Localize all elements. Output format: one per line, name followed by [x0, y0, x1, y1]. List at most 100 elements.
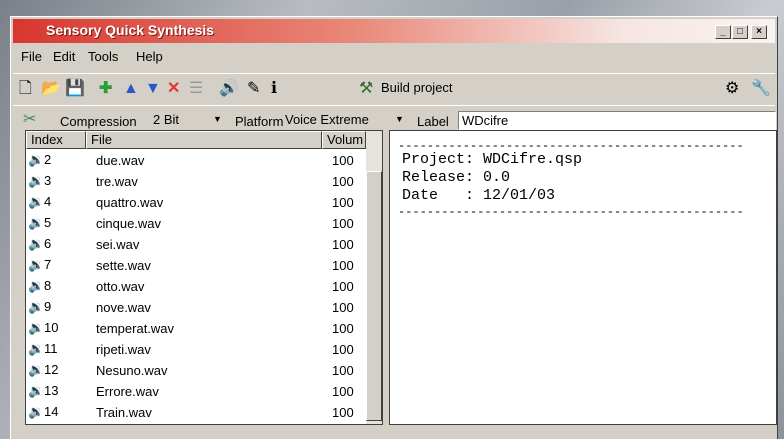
- tools-icon[interactable]: 🔧: [751, 80, 771, 98]
- app-window: Sensory Quick Synthesis _ □ × File Edit …: [10, 16, 778, 439]
- compression-icon: ✂: [23, 111, 37, 128]
- row-index: 10: [44, 320, 59, 335]
- release-line: Release: 0.0: [402, 169, 511, 186]
- column-header-volume-label: Volum: [327, 132, 364, 147]
- settings-icon[interactable]: ⚙: [725, 80, 739, 98]
- platform-dropdown-icon[interactable]: ▼: [395, 114, 404, 124]
- sound-file-icon: 🔉: [28, 341, 45, 356]
- row-index: 8: [44, 278, 52, 293]
- table-row[interactable]: 🔉 6 sei.wav 100: [26, 233, 366, 254]
- row-file: otto.wav: [96, 279, 145, 294]
- sound-file-icon: 🔉: [28, 152, 45, 167]
- info-icon[interactable]: ℹ: [271, 80, 277, 98]
- sound-file-icon: 🔉: [28, 173, 45, 188]
- scrollbar-thumb[interactable]: [366, 171, 382, 421]
- list-scrollbar[interactable]: [366, 131, 382, 424]
- row-file: nove.wav: [96, 300, 151, 315]
- sound-file-icon: 🔉: [28, 383, 45, 398]
- row-index: 2: [44, 152, 52, 167]
- menu-file[interactable]: File: [21, 49, 42, 64]
- open-folder-icon[interactable]: 📂: [41, 80, 61, 98]
- table-row[interactable]: 🔉 2 due.wav 100: [26, 149, 366, 170]
- maximize-button[interactable]: □: [732, 25, 748, 39]
- row-volume: 100: [332, 258, 354, 273]
- row-file: temperat.wav: [96, 321, 175, 336]
- row-index: 3: [44, 173, 52, 188]
- menu-bar: File Edit Tools Help: [13, 45, 775, 69]
- row-file: ripeti.wav: [96, 342, 151, 357]
- row-index: 6: [44, 236, 52, 251]
- table-row[interactable]: 🔉 14 Train.wav 100: [26, 401, 366, 422]
- column-header-volume[interactable]: Volum: [322, 131, 366, 149]
- row-index: 4: [44, 194, 52, 209]
- pencil-icon[interactable]: ✎: [247, 80, 260, 98]
- add-icon[interactable]: ✚: [99, 80, 112, 98]
- file-list: Index File Volum 🔉 2 due.wav 100 🔉 3 tre.wav 10…: [25, 130, 383, 425]
- row-file: cinque.wav: [96, 216, 162, 231]
- new-file-icon[interactable]: 🗋: [19, 80, 32, 98]
- column-header-file[interactable]: File: [86, 131, 322, 149]
- sound-file-icon: 🔉: [28, 194, 45, 209]
- row-file: Errore.wav: [96, 384, 159, 399]
- row-index: 13: [44, 383, 59, 398]
- build-icon[interactable]: ⚒: [359, 80, 373, 98]
- table-row[interactable]: 🔉 11 ripeti.wav 100: [26, 338, 366, 359]
- row-volume: 100: [332, 321, 354, 336]
- close-button[interactable]: ×: [751, 25, 767, 39]
- toolbar: 🗋 📂 💾 ✚ ▲ ▼ ✕ ☰ 🔊 ✎ ℹ ⚒ Build project ⚙ …: [13, 73, 775, 104]
- table-row[interactable]: 🔉 12 Nesuno.wav 100: [26, 359, 366, 380]
- sound-file-icon: 🔉: [28, 236, 45, 251]
- platform-label: Platform: [235, 114, 284, 129]
- move-up-icon[interactable]: ▲: [123, 80, 139, 98]
- table-row[interactable]: 🔉 5 cinque.wav 100: [26, 212, 366, 233]
- compression-select[interactable]: 2 Bit: [150, 111, 206, 130]
- sound-file-icon: 🔉: [28, 299, 45, 314]
- speaker-icon[interactable]: 🔊: [219, 80, 239, 98]
- move-down-icon[interactable]: ▼: [145, 80, 161, 98]
- table-row[interactable]: 🔉 4 quattro.wav 100: [26, 191, 366, 212]
- label-input[interactable]: WDcifre: [458, 111, 776, 130]
- minimize-button[interactable]: _: [715, 25, 731, 39]
- table-row[interactable]: 🔉 9 nove.wav 100: [26, 296, 366, 317]
- row-volume: 100: [332, 279, 354, 294]
- menu-tools[interactable]: Tools: [88, 49, 118, 64]
- date-line: Date : 12/01/03: [402, 187, 556, 204]
- list-icon[interactable]: ☰: [189, 80, 203, 98]
- row-index: 7: [44, 257, 52, 272]
- compression-dropdown-icon[interactable]: ▼: [213, 114, 222, 124]
- row-volume: 100: [332, 153, 354, 168]
- build-project-button[interactable]: Build project: [381, 80, 453, 95]
- sound-file-icon: 🔉: [28, 362, 45, 377]
- row-volume: 100: [332, 300, 354, 315]
- separator-bottom: ----------------------------------------…: [398, 205, 744, 219]
- sound-file-icon: 🔉: [28, 215, 45, 230]
- sound-file-icon: 🔉: [28, 404, 45, 419]
- table-row[interactable]: 🔉 10 temperat.wav 100: [26, 317, 366, 338]
- row-volume: 100: [332, 384, 354, 399]
- table-row[interactable]: 🔉 7 sette.wav 100: [26, 254, 366, 275]
- row-index: 11: [44, 341, 58, 356]
- row-index: 14: [44, 404, 59, 419]
- table-row[interactable]: 🔉 3 tre.wav 100: [26, 170, 366, 191]
- window-title: Sensory Quick Synthesis: [46, 22, 215, 38]
- title-bar: Sensory Quick Synthesis _ □ ×: [13, 19, 775, 43]
- row-volume: 100: [332, 405, 354, 420]
- row-file: due.wav: [96, 153, 145, 168]
- save-icon[interactable]: 💾: [65, 80, 85, 98]
- platform-select[interactable]: Voice Extreme: [282, 111, 392, 130]
- menu-help[interactable]: Help: [136, 49, 163, 64]
- table-row[interactable]: 🔉 13 Errore.wav 100: [26, 380, 366, 401]
- menu-edit[interactable]: Edit: [53, 49, 75, 64]
- row-volume: 100: [332, 174, 354, 189]
- column-header-index[interactable]: Index: [26, 131, 86, 149]
- row-index: 12: [44, 362, 59, 377]
- project-info-panel: ----------------------------------------…: [389, 130, 777, 425]
- row-file: sette.wav: [96, 258, 151, 273]
- row-file: sei.wav: [96, 237, 140, 252]
- compression-label: Compression: [60, 114, 137, 129]
- row-file: tre.wav: [96, 174, 138, 189]
- delete-icon[interactable]: ✕: [167, 80, 180, 98]
- table-row[interactable]: 🔉 8 otto.wav 100: [26, 275, 366, 296]
- project-line: Project: WDCifre.qsp: [402, 151, 583, 168]
- row-volume: 100: [332, 216, 354, 231]
